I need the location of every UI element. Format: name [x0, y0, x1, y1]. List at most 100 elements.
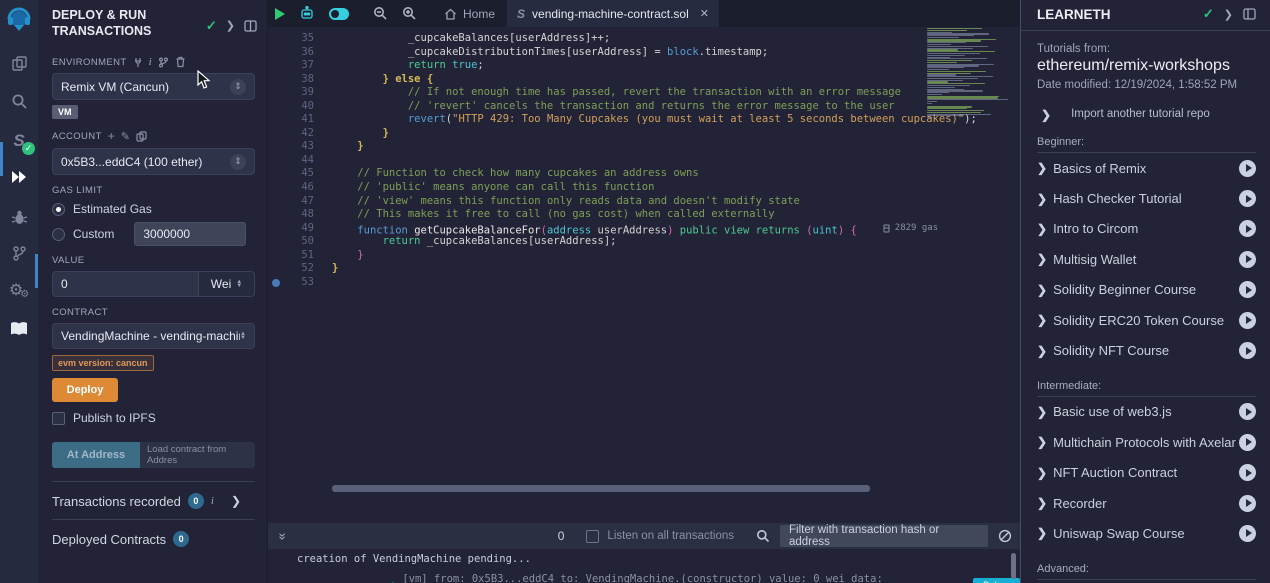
- breakpoint-gutter[interactable]: [268, 86, 282, 100]
- tutorial-item[interactable]: ❯NFT Auction Contract: [1037, 458, 1256, 488]
- code-line[interactable]: 40 // 'revert' cancels the transaction a…: [268, 100, 1020, 114]
- editor-horizontal-scrollbar[interactable]: [332, 485, 870, 492]
- terminal-scrollbar[interactable]: [1011, 553, 1016, 579]
- estimated-gas-radio[interactable]: [52, 203, 65, 216]
- custom-gas-radio[interactable]: [52, 228, 65, 241]
- tutorial-play-button[interactable]: [1239, 434, 1256, 451]
- zoom-out-icon[interactable]: [366, 0, 395, 27]
- code-line[interactable]: 43 }: [268, 140, 1020, 154]
- delete-environment-icon[interactable]: [175, 56, 186, 68]
- tutorial-item[interactable]: ❯Basic use of web3.js: [1037, 397, 1256, 427]
- value-input[interactable]: 0: [52, 271, 199, 297]
- breakpoint-gutter[interactable]: [268, 181, 282, 195]
- deploy-button[interactable]: Deploy: [52, 378, 118, 402]
- code-line[interactable]: 45 // Function to check how many cupcake…: [268, 167, 1020, 181]
- tutorial-play-button[interactable]: [1239, 342, 1256, 359]
- ai-copilot-icon[interactable]: [292, 0, 322, 27]
- tutorial-play-button[interactable]: [1239, 190, 1256, 207]
- listen-all-checkbox[interactable]: [586, 530, 599, 543]
- learneth-plugin-icon[interactable]: [0, 313, 38, 343]
- tutorial-item[interactable]: ❯Intro to Circom: [1037, 214, 1256, 244]
- at-address-input[interactable]: Load contract from Addres: [140, 442, 255, 468]
- terminal-log[interactable]: creation of VendingMachine pending... ✓ …: [268, 549, 1020, 583]
- debugger-icon[interactable]: [0, 202, 38, 232]
- tutorial-item[interactable]: ❯Uniswap Swap Course: [1037, 518, 1256, 548]
- environment-info-icon[interactable]: i: [149, 56, 152, 68]
- tutorial-play-button[interactable]: [1239, 464, 1256, 481]
- add-account-icon[interactable]: +: [108, 129, 115, 143]
- code-line[interactable]: 39 // If not enough time has passed, rev…: [268, 86, 1020, 100]
- tutorial-item[interactable]: ❯Solidity Beginner Course: [1037, 275, 1256, 305]
- breakpoint-gutter[interactable]: [268, 32, 282, 46]
- code-line[interactable]: 53: [268, 276, 1020, 290]
- tutorial-item[interactable]: ❯Multisig Wallet: [1037, 244, 1256, 274]
- code-line[interactable]: 37 return true;: [268, 59, 1020, 73]
- terminal-search-icon[interactable]: [756, 529, 770, 543]
- tutorial-play-button[interactable]: [1239, 312, 1256, 329]
- code-line[interactable]: 51 }: [268, 249, 1020, 263]
- edit-account-icon[interactable]: ✎: [121, 130, 130, 143]
- terminal-clear-icon[interactable]: [998, 529, 1012, 543]
- breakpoint-gutter[interactable]: [268, 73, 282, 87]
- code-area[interactable]: 35 _cupcakeBalances[userAddress]++;36 _c…: [268, 27, 1020, 505]
- tutorial-play-button[interactable]: [1239, 495, 1256, 512]
- code-line[interactable]: 35 _cupcakeBalances[userAddress]++;: [268, 32, 1020, 46]
- at-address-button[interactable]: At Address: [52, 442, 140, 468]
- tutorial-item[interactable]: ❯Multichain Protocols with Axelar: [1037, 427, 1256, 457]
- learneth-pin-icon[interactable]: [1243, 8, 1256, 20]
- terminal-transaction-row[interactable]: ✓ [vm] from: 0x5B3...eddC4 to: VendingMa…: [388, 576, 1020, 583]
- code-line[interactable]: 49 function getCupcakeBalanceFor(address…: [268, 222, 1020, 236]
- breakpoint-gutter[interactable]: [268, 195, 282, 209]
- breakpoint-gutter[interactable]: [268, 59, 282, 73]
- code-line[interactable]: 44: [268, 154, 1020, 168]
- breakpoint-gutter[interactable]: [268, 249, 282, 263]
- tutorial-item[interactable]: ❯Hash Checker Tutorial: [1037, 183, 1256, 213]
- breakpoint-gutter[interactable]: [268, 100, 282, 114]
- breakpoint-gutter[interactable]: [268, 235, 282, 249]
- code-line[interactable]: 38 } else {: [268, 73, 1020, 87]
- breakpoint-gutter[interactable]: [268, 154, 282, 168]
- transactions-info-icon[interactable]: i: [211, 495, 214, 507]
- fork-icon[interactable]: [158, 57, 169, 68]
- code-line[interactable]: 46 // 'public' means anyone can call thi…: [268, 181, 1020, 195]
- run-script-icon[interactable]: [268, 0, 292, 27]
- panel-expand-icon[interactable]: ❯: [226, 19, 235, 32]
- terminal-collapse-icon[interactable]: »: [276, 529, 291, 543]
- close-tab-icon[interactable]: ✕: [700, 7, 709, 20]
- contract-select[interactable]: VendingMachine - vending-machin ▲▼: [52, 323, 255, 349]
- tutorial-item[interactable]: ❯Solidity NFT Course: [1037, 335, 1256, 365]
- tutorial-play-button[interactable]: [1239, 220, 1256, 237]
- breakpoint-gutter[interactable]: [268, 46, 282, 60]
- solidity-compiler-icon[interactable]: S ✓: [0, 126, 38, 156]
- custom-gas-input[interactable]: 3000000: [134, 222, 246, 246]
- deployed-contracts-row[interactable]: Deployed Contracts 0: [52, 520, 255, 557]
- plug-icon[interactable]: [133, 57, 143, 68]
- panel-pin-icon[interactable]: [244, 20, 257, 32]
- settings-icon[interactable]: ⚙⚙: [0, 275, 38, 305]
- zoom-in-icon[interactable]: [395, 0, 424, 27]
- deploy-run-icon[interactable]: [0, 162, 38, 192]
- code-line[interactable]: 36 _cupcakeDistributionTimes[userAddress…: [268, 46, 1020, 60]
- code-line[interactable]: 47 // 'view' means this function only re…: [268, 195, 1020, 209]
- environment-select[interactable]: Remix VM (Cancun) ⇕: [52, 73, 255, 100]
- breakpoint-gutter[interactable]: [268, 127, 282, 141]
- value-unit-select[interactable]: Wei ▲▼: [199, 271, 255, 297]
- import-tutorial-row[interactable]: ❯ Import another tutorial repo: [1037, 108, 1256, 122]
- terminal-filter-input[interactable]: Filter with transaction hash or address: [780, 525, 988, 547]
- breakpoint-gutter[interactable]: [268, 167, 282, 181]
- account-select[interactable]: 0x5B3...eddC4 (100 ether) ⇕: [52, 148, 255, 175]
- editor-minimap[interactable]: [925, 28, 1015, 122]
- code-line[interactable]: 52}: [268, 262, 1020, 276]
- tutorial-item[interactable]: ❯Solidity ERC20 Token Course: [1037, 305, 1256, 335]
- code-line[interactable]: 48 // This makes it free to call (no gas…: [268, 208, 1020, 222]
- tutorial-item[interactable]: ❯Recorder: [1037, 488, 1256, 518]
- code-line[interactable]: 41 revert("HTTP 429: Too Many Cupcakes (…: [268, 113, 1020, 127]
- learneth-expand-icon[interactable]: ❯: [1224, 8, 1233, 21]
- breakpoint-gutter[interactable]: [268, 222, 282, 236]
- code-line[interactable]: 42 }: [268, 127, 1020, 141]
- breakpoint-gutter[interactable]: [268, 113, 282, 127]
- code-line[interactable]: 50 return _cupcakeBalances[userAddress];: [268, 235, 1020, 249]
- publish-ipfs-checkbox[interactable]: [52, 412, 65, 425]
- transactions-chevron-icon[interactable]: ❯: [231, 494, 241, 508]
- tutorial-play-button[interactable]: [1239, 251, 1256, 268]
